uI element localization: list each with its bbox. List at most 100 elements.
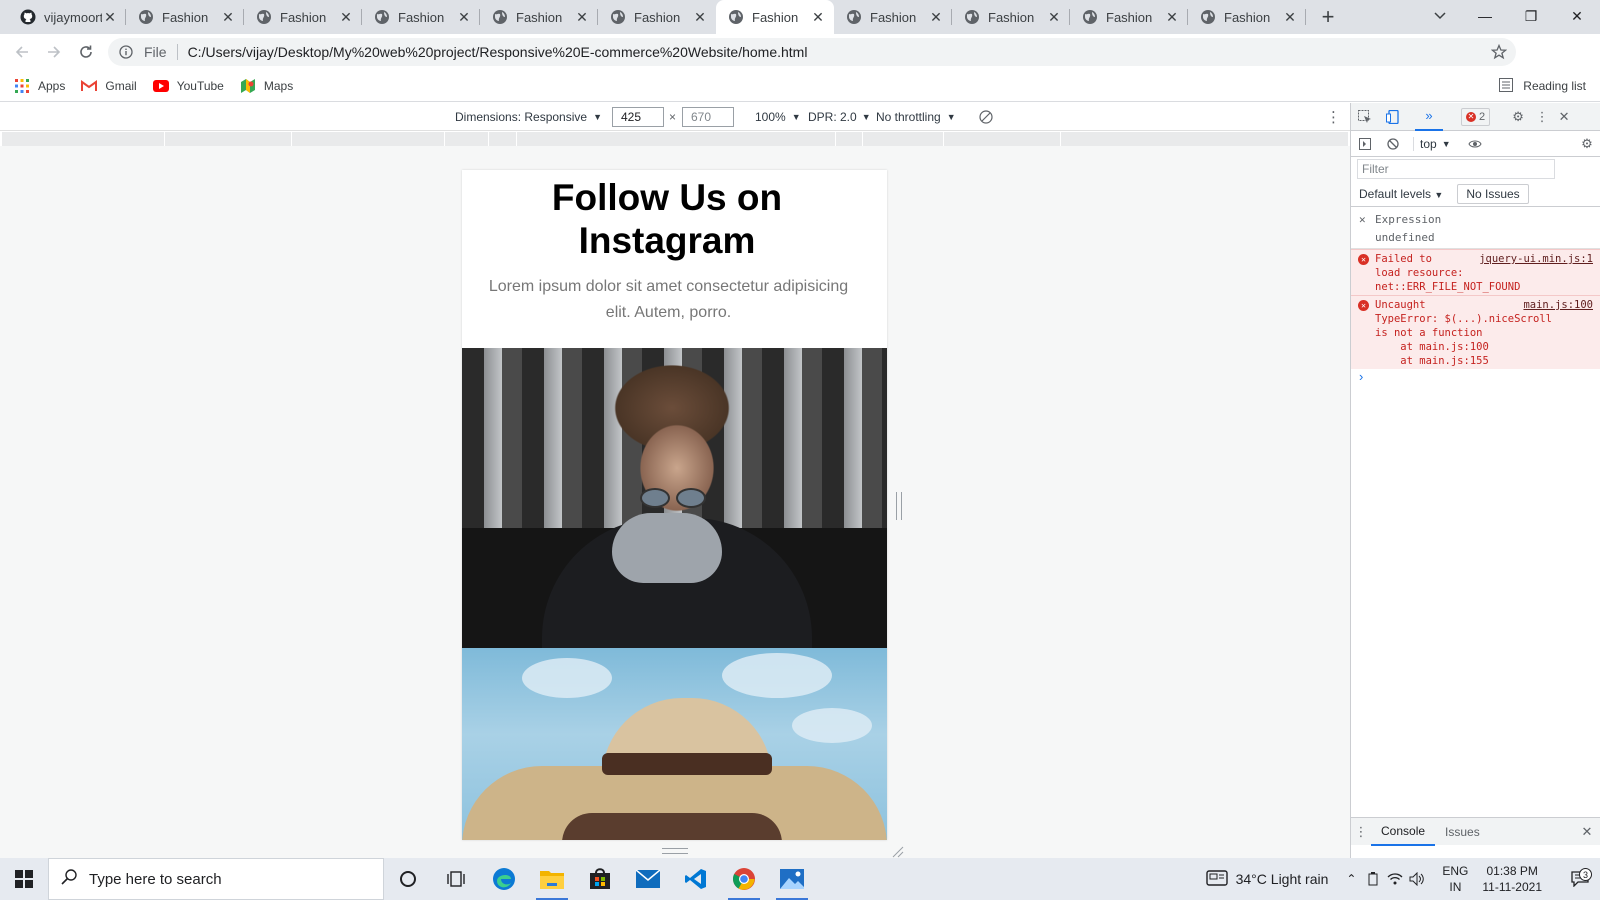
file-explorer-icon[interactable] [528, 858, 576, 900]
bookmark-apps[interactable]: Apps [14, 78, 65, 94]
default-levels-dropdown[interactable]: Default levels ▼ [1359, 187, 1443, 201]
throttling-dropdown[interactable]: No throttling ▼ [876, 103, 956, 131]
reload-button[interactable] [70, 36, 102, 68]
windows-start-icon[interactable] [0, 858, 48, 900]
browser-tab[interactable]: Fashion ✕ [1188, 0, 1306, 34]
maps-icon [240, 78, 256, 94]
notification-center-icon[interactable]: 3 [1560, 868, 1600, 887]
bookmark-star-icon[interactable] [1490, 43, 1508, 61]
close-tab-icon[interactable]: ✕ [810, 9, 826, 25]
browser-tab[interactable]: Fashion ✕ [598, 0, 716, 34]
device-toolbar-menu-icon[interactable]: ⋮ [1326, 103, 1341, 131]
browser-tab[interactable]: Fashion ✕ [1070, 0, 1188, 34]
address-bar[interactable]: File C:/Users/vijay/Desktop/My%20web%20p… [108, 38, 1516, 66]
bookmark-maps[interactable]: Maps [240, 78, 293, 94]
error-source-link[interactable]: jquery-ui.min.js:1 [1479, 252, 1593, 266]
close-window-button[interactable]: ✕ [1554, 0, 1600, 32]
issues-button[interactable]: No Issues [1457, 183, 1529, 204]
close-tab-icon[interactable]: ✕ [456, 9, 472, 25]
width-input[interactable]: 425 [612, 107, 664, 127]
inspect-element-icon[interactable] [1351, 103, 1379, 131]
close-tab-icon[interactable]: ✕ [692, 9, 708, 25]
url-text[interactable]: C:/Users/vijay/Desktop/My%20web%20projec… [188, 44, 808, 60]
more-panels-icon[interactable]: » [1415, 103, 1443, 131]
browser-tab[interactable]: Fashion ✕ [244, 0, 362, 34]
error-count-badge[interactable]: ✕ 2 [1461, 107, 1491, 126]
console-settings-gear-icon[interactable]: ⚙ [1573, 130, 1600, 158]
close-tab-icon[interactable]: ✕ [1164, 9, 1180, 25]
instagram-photo[interactable] [462, 648, 887, 840]
height-input[interactable]: 670 [682, 107, 734, 127]
close-tab-icon[interactable]: ✕ [338, 9, 354, 25]
instagram-photo[interactable] [462, 348, 887, 658]
wifi-icon[interactable] [1384, 873, 1406, 885]
corner-resize-handle[interactable] [892, 846, 904, 858]
globe-icon [492, 9, 508, 25]
sidebar-toggle-icon[interactable] [1351, 130, 1379, 158]
restore-button[interactable]: ❐ [1508, 0, 1554, 32]
devtools-menu-icon[interactable]: ⋮ [1532, 103, 1552, 131]
close-devtools-icon[interactable]: ✕ [1552, 103, 1576, 131]
tab-issues[interactable]: Issues [1435, 818, 1490, 846]
new-tab-button[interactable]: + [1314, 3, 1342, 31]
cortana-icon[interactable] [384, 858, 432, 900]
chrome-icon[interactable] [720, 858, 768, 900]
task-view-icon[interactable] [432, 858, 480, 900]
chevron-up-icon[interactable]: ⌃ [1340, 872, 1362, 886]
browser-tab[interactable]: Fashion ✕ [716, 0, 834, 34]
close-tab-icon[interactable]: ✕ [1282, 9, 1298, 25]
media-query-bar[interactable] [2, 132, 1348, 146]
browser-tab[interactable]: vijaymoorthi✕ [8, 0, 126, 34]
right-resize-handle[interactable] [896, 492, 902, 520]
console-filter-input[interactable]: Filter [1357, 159, 1555, 179]
browser-tab[interactable]: Fashion ✕ [834, 0, 952, 34]
bookmark-youtube[interactable]: YouTube [152, 78, 224, 94]
rotate-icon[interactable] [979, 103, 993, 131]
clock[interactable]: 01:38 PM 11-11-2021 [1482, 863, 1542, 895]
photos-icon[interactable] [768, 858, 816, 900]
mail-icon[interactable] [624, 858, 672, 900]
bookmark-gmail[interactable]: Gmail [81, 78, 137, 94]
back-button[interactable] [6, 36, 38, 68]
close-tab-icon[interactable]: ✕ [928, 9, 944, 25]
device-toggle-icon[interactable] [1379, 103, 1407, 131]
battery-icon[interactable] [1362, 872, 1384, 886]
close-tab-icon[interactable]: ✕ [574, 9, 590, 25]
browser-tab[interactable]: Fashion ✕ [126, 0, 244, 34]
dimensions-dropdown[interactable]: Dimensions: Responsive ▼ [455, 103, 602, 131]
close-tab-icon[interactable]: ✕ [220, 9, 236, 25]
vscode-icon[interactable] [672, 858, 720, 900]
info-icon[interactable] [118, 44, 134, 60]
context-dropdown[interactable]: top ▼ [1413, 136, 1451, 151]
weather-widget[interactable]: 34°C Light rain [1205, 869, 1328, 889]
live-expression-eye-icon[interactable] [1461, 130, 1489, 158]
close-tab-icon[interactable]: ✕ [102, 9, 118, 25]
tab-console[interactable]: Console [1371, 818, 1436, 846]
input-language[interactable]: ENG IN [1442, 863, 1468, 895]
taskbar-search-input[interactable]: Type here to search [48, 858, 384, 900]
forward-button[interactable] [38, 36, 70, 68]
close-drawer-icon[interactable]: ✕ [1573, 818, 1600, 846]
zoom-dropdown[interactable]: 100% ▼ [755, 103, 801, 131]
globe-icon [846, 9, 862, 25]
store-icon[interactable] [576, 858, 624, 900]
edge-icon[interactable] [480, 858, 528, 900]
clear-console-icon[interactable] [1379, 130, 1407, 158]
browser-tab[interactable]: Fashion ✕ [952, 0, 1070, 34]
dpr-dropdown[interactable]: DPR: 2.0 ▼ [808, 103, 871, 131]
error-source-link[interactable]: main.js:100 [1523, 298, 1593, 312]
bottom-resize-handle[interactable] [662, 848, 688, 854]
expression-label[interactable]: Expression [1375, 213, 1441, 226]
minimize-button[interactable]: — [1462, 0, 1508, 32]
browser-tab[interactable]: Fashion ✕ [362, 0, 480, 34]
volume-icon[interactable] [1406, 872, 1428, 886]
settings-gear-icon[interactable]: ⚙ [1504, 103, 1532, 131]
browser-tab[interactable]: Fashion ✕ [480, 0, 598, 34]
close-tab-icon[interactable]: ✕ [1046, 9, 1062, 25]
console-prompt-icon[interactable]: › [1359, 369, 1363, 384]
remove-expression-icon[interactable]: ✕ [1359, 213, 1366, 226]
tab-title: Fashion [280, 9, 327, 25]
tab-search-chevron-icon[interactable] [1426, 0, 1454, 32]
reading-list-button[interactable]: Reading list [1499, 70, 1586, 102]
drawer-menu-icon[interactable]: ⋮ [1351, 818, 1371, 846]
